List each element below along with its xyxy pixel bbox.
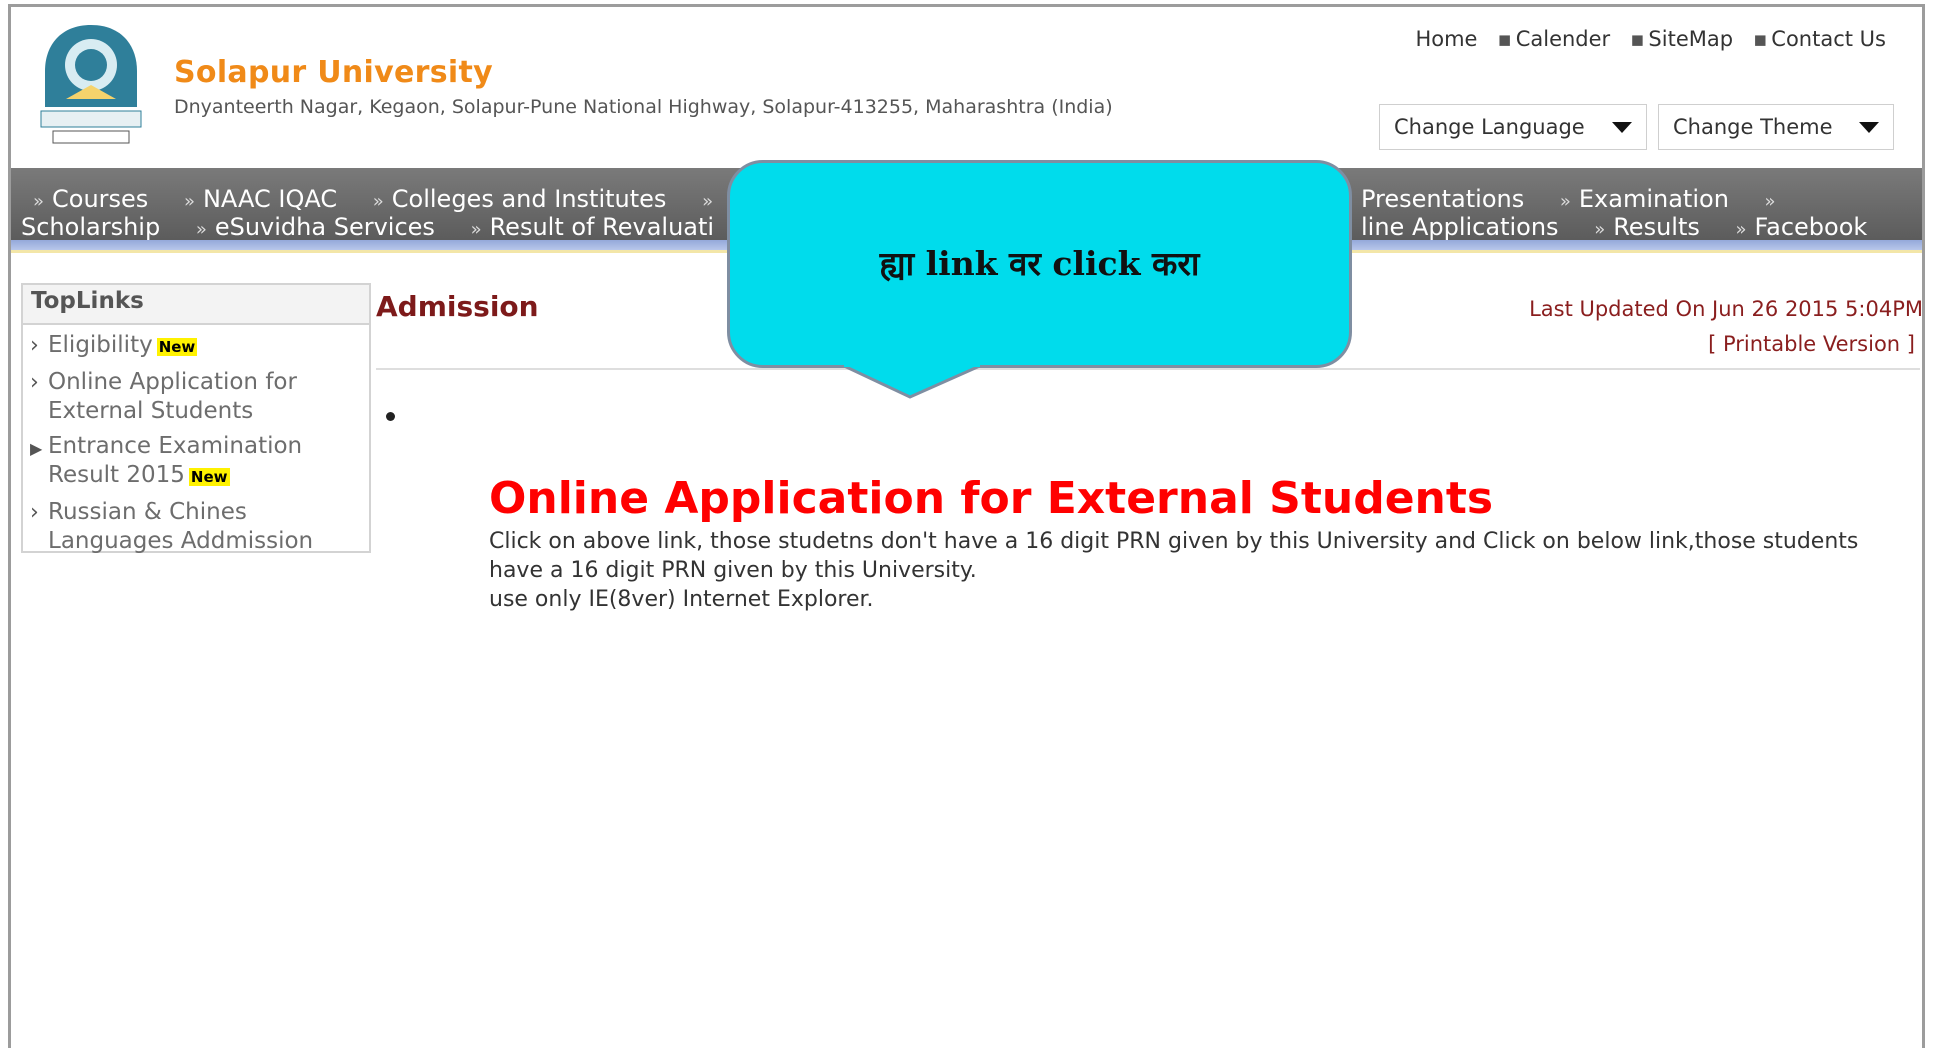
chevron-down-icon — [1859, 122, 1879, 133]
university-logo — [40, 25, 142, 144]
university-name[interactable]: Solapur University — [174, 55, 493, 90]
chevron-right-icon: › — [30, 500, 39, 525]
chevron-right-icon: › — [30, 370, 39, 395]
nav-row-1-right: Presentations » Examination » — [1361, 185, 1776, 213]
site-header: Solapur University Dnyanteerth Nagar, Ke… — [11, 7, 1922, 168]
toplinks-sidebar: TopLinks › Eligibility New › Online Appli… — [21, 283, 371, 556]
content-divider — [376, 368, 1920, 370]
list-bullet — [386, 412, 395, 421]
home-link[interactable]: Home — [1415, 27, 1477, 51]
calender-link[interactable]: ▪ Calender — [1497, 27, 1610, 51]
nav-results[interactable]: » Results — [1594, 213, 1700, 241]
sidebar-item-entrance-result[interactable]: ▶ Entrance Examination Result 2015 New — [23, 432, 369, 492]
nav-row-2-right: line Applications » Results » Facebook — [1361, 213, 1895, 241]
instruction-text: Click on above link, those studetns don'… — [489, 529, 1859, 612]
nav-esuvidha[interactable]: » eSuvidha Services — [196, 213, 435, 241]
triangle-right-icon: ▶ — [30, 439, 43, 458]
nav-examination[interactable]: » Examination — [1560, 185, 1729, 213]
university-address: Dnyanteerth Nagar, Kegaon, Solapur-Pune … — [174, 96, 1113, 118]
nav-online-applications[interactable]: line Applications — [1361, 213, 1559, 241]
nav-presentations[interactable]: Presentations — [1361, 185, 1524, 213]
contact-us-link[interactable]: ▪ Contact Us — [1753, 27, 1886, 51]
nav-row-2: Scholarship » eSuvidha Services » Result o… — [21, 213, 742, 241]
last-updated: Last Updated On Jun 26 2015 5:04PM — [1529, 297, 1923, 321]
change-theme-select[interactable]: Change Theme — [1658, 104, 1894, 150]
online-application-link[interactable]: Online Application for External Students — [489, 473, 1493, 524]
top-links: Home ▪ Calender ▪ SiteMap ▪ Contact Us — [1415, 27, 1886, 51]
callout-bubble: ह्या link वर click करा — [727, 160, 1352, 368]
chevron-right-icon: › — [30, 333, 39, 358]
sidebar-title: TopLinks — [23, 285, 369, 325]
nav-separator: » — [1764, 191, 1776, 212]
new-badge: New — [188, 468, 230, 486]
chevron-down-icon — [1612, 122, 1632, 133]
nav-result-revaluation[interactable]: » Result of Revaluati — [471, 213, 715, 241]
sidebar-item-languages-admission[interactable]: › Russian & Chines Languages Addmission — [23, 498, 369, 556]
nav-naac-iqac[interactable]: » NAAC IQAC — [184, 185, 337, 213]
nav-colleges[interactable]: » Colleges and Institutes — [373, 185, 667, 213]
change-language-select[interactable]: Change Language — [1379, 104, 1647, 150]
callout-tail — [842, 365, 982, 399]
nav-courses[interactable]: » Courses — [33, 185, 148, 213]
new-badge: New — [156, 338, 198, 356]
nav-row-1: » Courses » NAAC IQAC » Colleges and Instit… — [33, 185, 713, 213]
sidebar-item-eligibility[interactable]: › Eligibility New — [23, 331, 369, 362]
nav-facebook[interactable]: » Facebook — [1736, 213, 1868, 241]
nav-separator: » — [702, 191, 714, 212]
nav-scholarship[interactable]: Scholarship — [21, 213, 160, 241]
sitemap-link[interactable]: ▪ SiteMap — [1630, 27, 1733, 51]
printable-version-link[interactable]: [ Printable Version ] — [1708, 332, 1915, 356]
sidebar-item-online-application[interactable]: › Online Application for External Studen… — [23, 368, 369, 426]
page-title: Admission — [376, 290, 539, 323]
callout-text: ह्या link वर click करा — [879, 243, 1200, 283]
